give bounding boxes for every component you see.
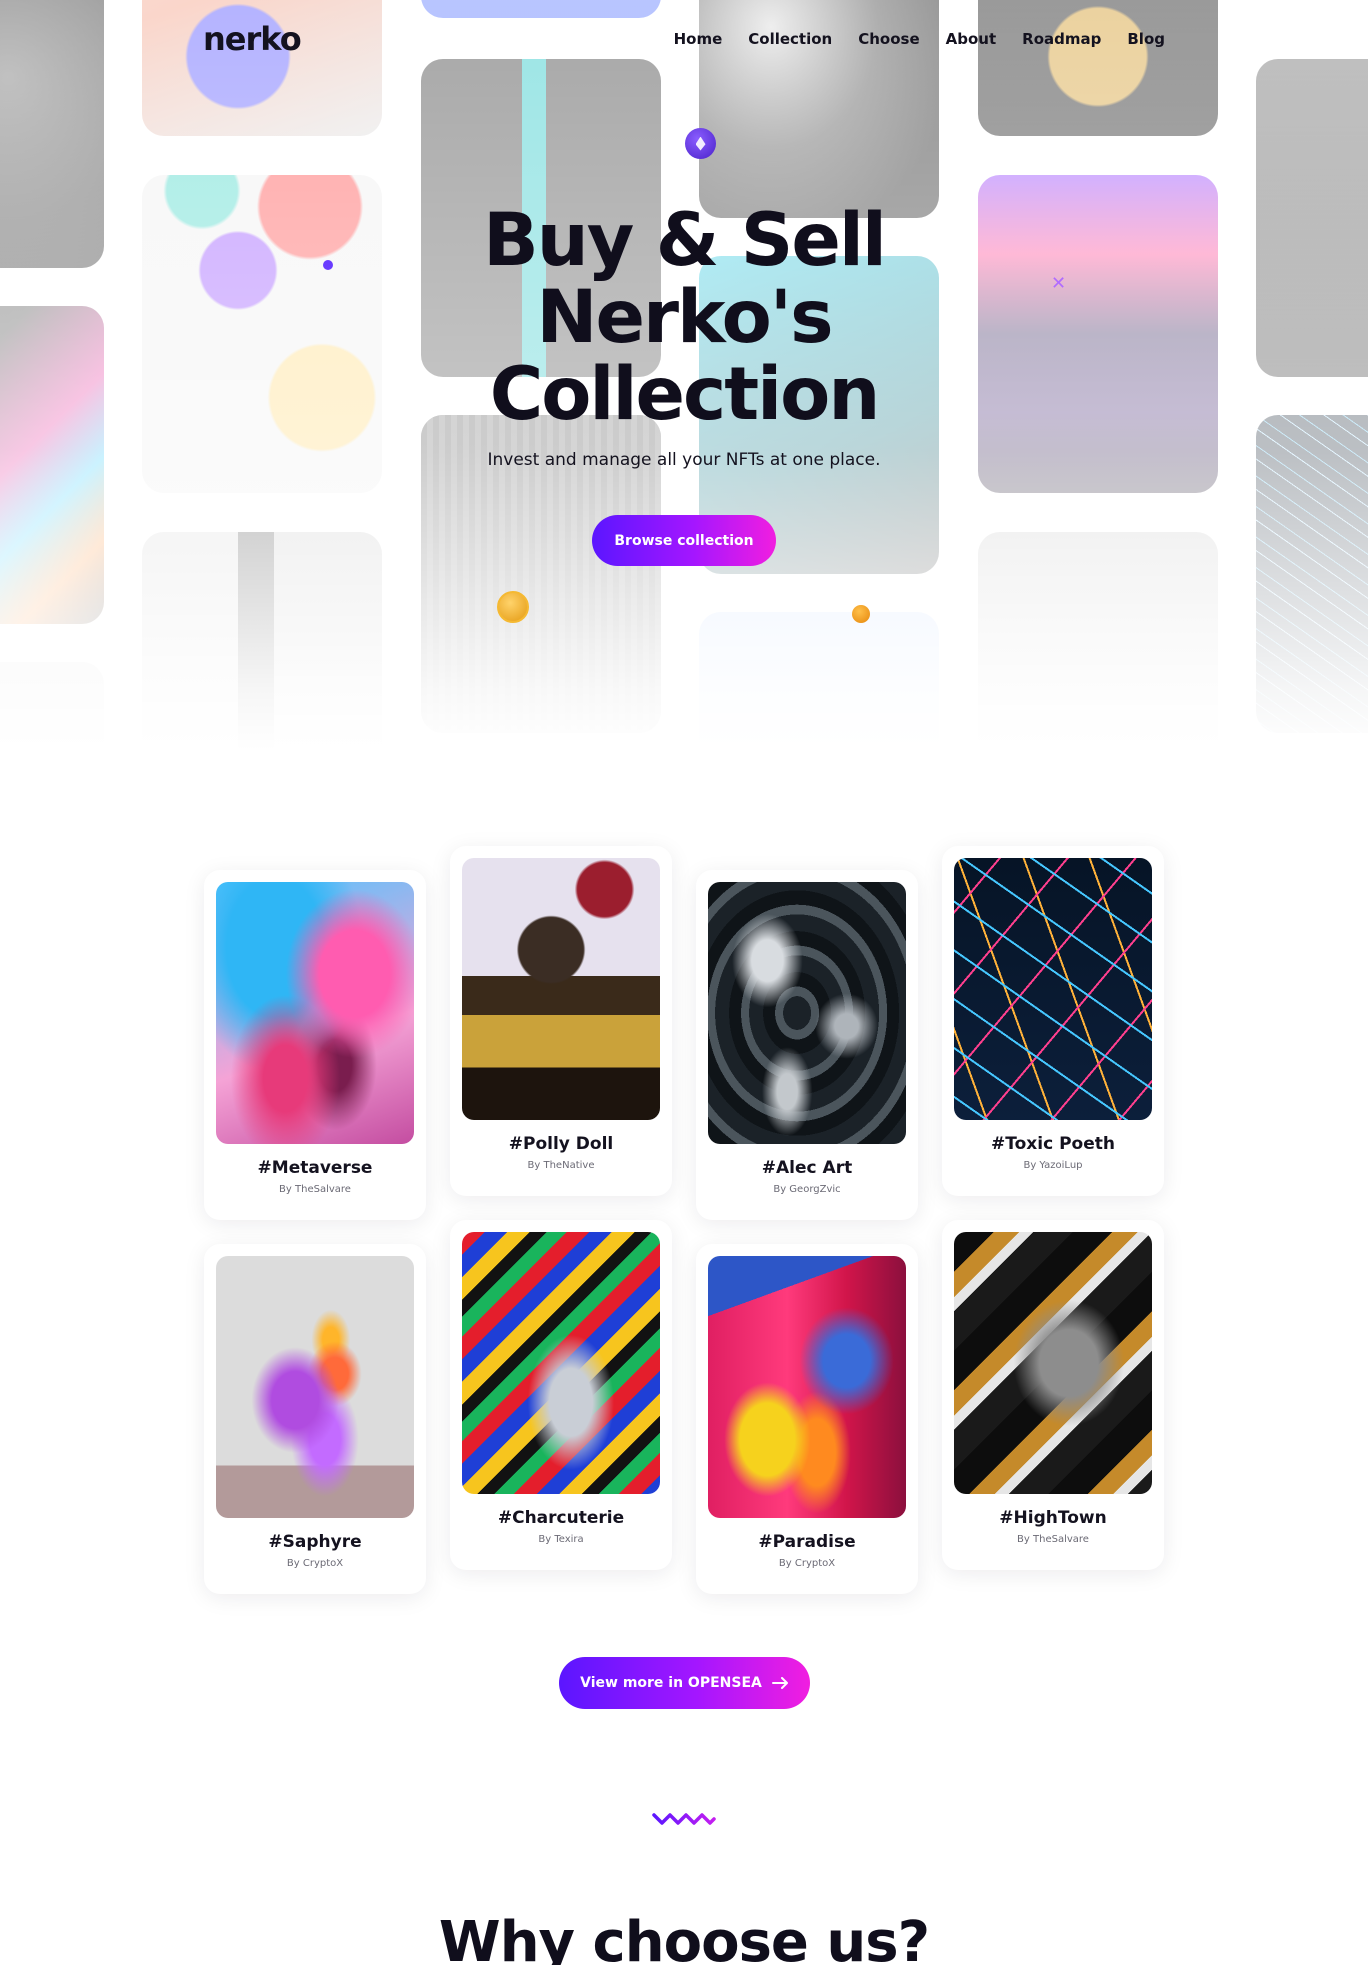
- why-choose-us-title: Why choose us?: [438, 1910, 930, 1965]
- nav-collection[interactable]: Collection: [748, 30, 832, 48]
- nav-about[interactable]: About: [946, 30, 997, 48]
- nft-image: [954, 858, 1152, 1120]
- hero-subtitle: Invest and manage all your NFTs at one p…: [487, 450, 881, 470]
- nft-name: #Alec Art: [761, 1158, 853, 1178]
- x-decoration-icon: ✕: [1051, 273, 1067, 294]
- nav-blog[interactable]: Blog: [1127, 30, 1165, 48]
- nft-image: [708, 882, 906, 1144]
- nft-image: [216, 882, 414, 1144]
- nft-card[interactable]: #Saphyre By CryptoX: [204, 1244, 426, 1594]
- hero-section: nerko Home Collection Choose About Roadm…: [0, 0, 1368, 750]
- nft-image: [462, 858, 660, 1120]
- nft-name: #Toxic Poeth: [991, 1134, 1115, 1154]
- hero-bg-tile: [1256, 59, 1368, 377]
- nft-name: #Polly Doll: [508, 1134, 614, 1154]
- hero-bg-tile: [1256, 415, 1368, 733]
- browse-collection-button[interactable]: Browse collection: [592, 515, 776, 566]
- logo[interactable]: nerko: [203, 20, 302, 58]
- nft-author: By CryptoX: [778, 1558, 836, 1569]
- nft-card[interactable]: #Polly Doll By TheNative: [450, 846, 672, 1196]
- nft-name: #Saphyre: [268, 1532, 362, 1552]
- gold-coin-icon: [497, 591, 529, 623]
- hero-bg-tile: [978, 532, 1218, 750]
- nft-image: [216, 1256, 414, 1518]
- nav-roadmap[interactable]: Roadmap: [1022, 30, 1101, 48]
- hero-bg-tile: [0, 662, 104, 750]
- nft-name: #Charcuterie: [497, 1508, 625, 1528]
- hero-bg-tile: [978, 175, 1218, 493]
- main-nav: Home Collection Choose About Roadmap Blo…: [674, 30, 1165, 48]
- nft-author: By GeorgZvic: [773, 1184, 841, 1195]
- nft-name: #Paradise: [758, 1532, 856, 1552]
- nft-card[interactable]: #Alec Art By GeorgZvic: [696, 870, 918, 1220]
- view-more-opensea-button[interactable]: View more in OPENSEA: [559, 1657, 810, 1709]
- nft-card[interactable]: #Metaverse By TheSalvare: [204, 870, 426, 1220]
- nav-choose[interactable]: Choose: [858, 30, 919, 48]
- nft-card[interactable]: #Charcuterie By Texira: [450, 1220, 672, 1570]
- nft-card[interactable]: #HighTown By TheSalvare: [942, 1220, 1164, 1570]
- hero-title: Buy & Sell Nerko's Collection: [434, 202, 934, 433]
- nft-author: By Texira: [538, 1534, 584, 1545]
- nft-author: By TheSalvare: [1017, 1534, 1089, 1545]
- nft-author: By CryptoX: [286, 1558, 344, 1569]
- nft-card[interactable]: #Toxic Poeth By YazoiLup: [942, 846, 1164, 1196]
- nft-name: #Metaverse: [257, 1158, 373, 1178]
- orange-dot-decoration: [852, 605, 870, 623]
- nft-name: #HighTown: [999, 1508, 1107, 1528]
- zigzag-divider-icon: [652, 1813, 716, 1825]
- hero-bg-tile: [142, 532, 382, 750]
- nft-image: [708, 1256, 906, 1518]
- nft-author: By TheSalvare: [279, 1184, 351, 1195]
- purple-dot-decoration: [323, 260, 333, 270]
- nft-author: By YazoiLup: [1023, 1160, 1083, 1171]
- hero-bg-tile: [699, 612, 939, 750]
- nft-image: [954, 1232, 1152, 1494]
- nav-home[interactable]: Home: [674, 30, 723, 48]
- view-more-label: View more in OPENSEA: [580, 1675, 762, 1691]
- ethereum-coin-icon: [685, 128, 716, 159]
- nft-image: [462, 1232, 660, 1494]
- hero-bg-tile: [142, 175, 382, 493]
- arrow-right-icon: [771, 1677, 789, 1689]
- hero-title-line: Buy & Sell: [483, 198, 887, 283]
- nft-card[interactable]: #Paradise By CryptoX: [696, 1244, 918, 1594]
- hero-bg-tile: [0, 306, 104, 624]
- navbar: nerko Home Collection Choose About Roadm…: [0, 0, 1368, 80]
- nft-author: By TheNative: [527, 1160, 595, 1171]
- hero-title-line: Collection: [489, 352, 881, 437]
- hero-title-line: Nerko's: [536, 275, 833, 360]
